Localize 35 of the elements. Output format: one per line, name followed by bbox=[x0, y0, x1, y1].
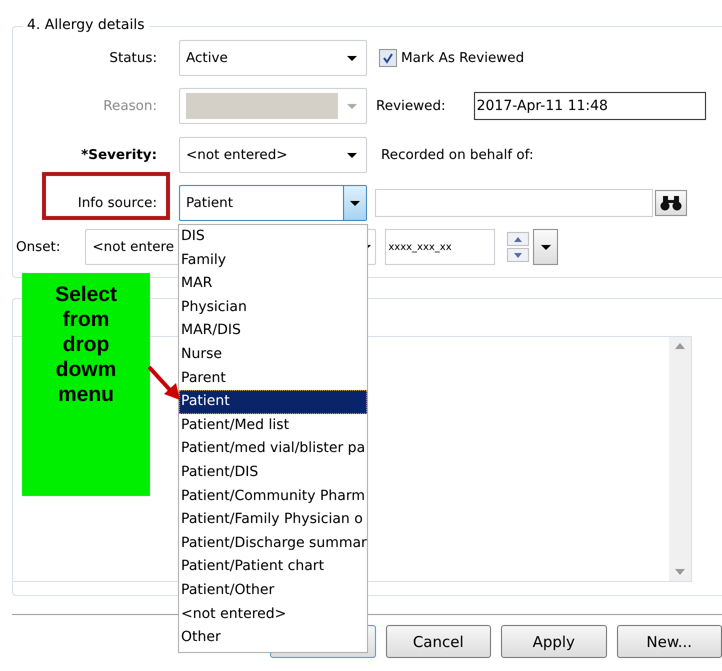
field-label: Onset: bbox=[16, 239, 60, 255]
caret-icon bbox=[540, 243, 552, 251]
check-icon bbox=[382, 52, 394, 64]
status-dropdown[interactable]: Active bbox=[179, 40, 367, 76]
field-label: Recorded on behalf of: bbox=[381, 147, 534, 163]
dialog-button[interactable]: Cancel bbox=[386, 625, 491, 658]
dialog-button[interactable]: New... bbox=[616, 625, 722, 658]
checkbox-label: Mark As Reviewed bbox=[401, 50, 524, 66]
arrow-icon bbox=[148, 366, 182, 402]
caret-icon bbox=[346, 54, 358, 62]
callout-note: Select from drop dowm menu bbox=[22, 273, 150, 496]
field-label: *Severity: bbox=[80, 147, 157, 163]
spin-up-button[interactable] bbox=[507, 232, 530, 246]
dropdown-option[interactable]: Patient bbox=[179, 390, 367, 414]
field-label: Status: bbox=[108, 50, 157, 66]
severity-dropdown[interactable]: <not entered> bbox=[179, 137, 367, 173]
recorded-by-field[interactable] bbox=[375, 189, 653, 217]
info-source-dropdown[interactable]: Patient bbox=[179, 185, 367, 221]
field-label: Info source: bbox=[76, 195, 157, 211]
field-label: Reason: bbox=[102, 98, 157, 114]
caret-icon bbox=[349, 199, 361, 207]
search-button[interactable] bbox=[655, 190, 687, 216]
up-arrow-icon bbox=[514, 236, 522, 242]
down-arrow-icon bbox=[514, 252, 522, 258]
date-field[interactable]: xxxx_xxx_xx bbox=[385, 229, 496, 265]
field-label: Reviewed: bbox=[376, 98, 446, 114]
dialog-button[interactable]: Apply bbox=[501, 625, 606, 658]
binoculars-icon bbox=[660, 195, 682, 211]
reviewed-field[interactable]: 2017-Apr-11 11:48 bbox=[474, 92, 706, 120]
spin-down-button[interactable] bbox=[507, 248, 530, 262]
caret-icon bbox=[346, 151, 358, 159]
group-title: 4. Allergy details bbox=[23, 17, 149, 33]
dropdown-button[interactable] bbox=[533, 229, 558, 265]
checkbox[interactable] bbox=[379, 49, 397, 67]
caret-icon bbox=[346, 102, 358, 110]
